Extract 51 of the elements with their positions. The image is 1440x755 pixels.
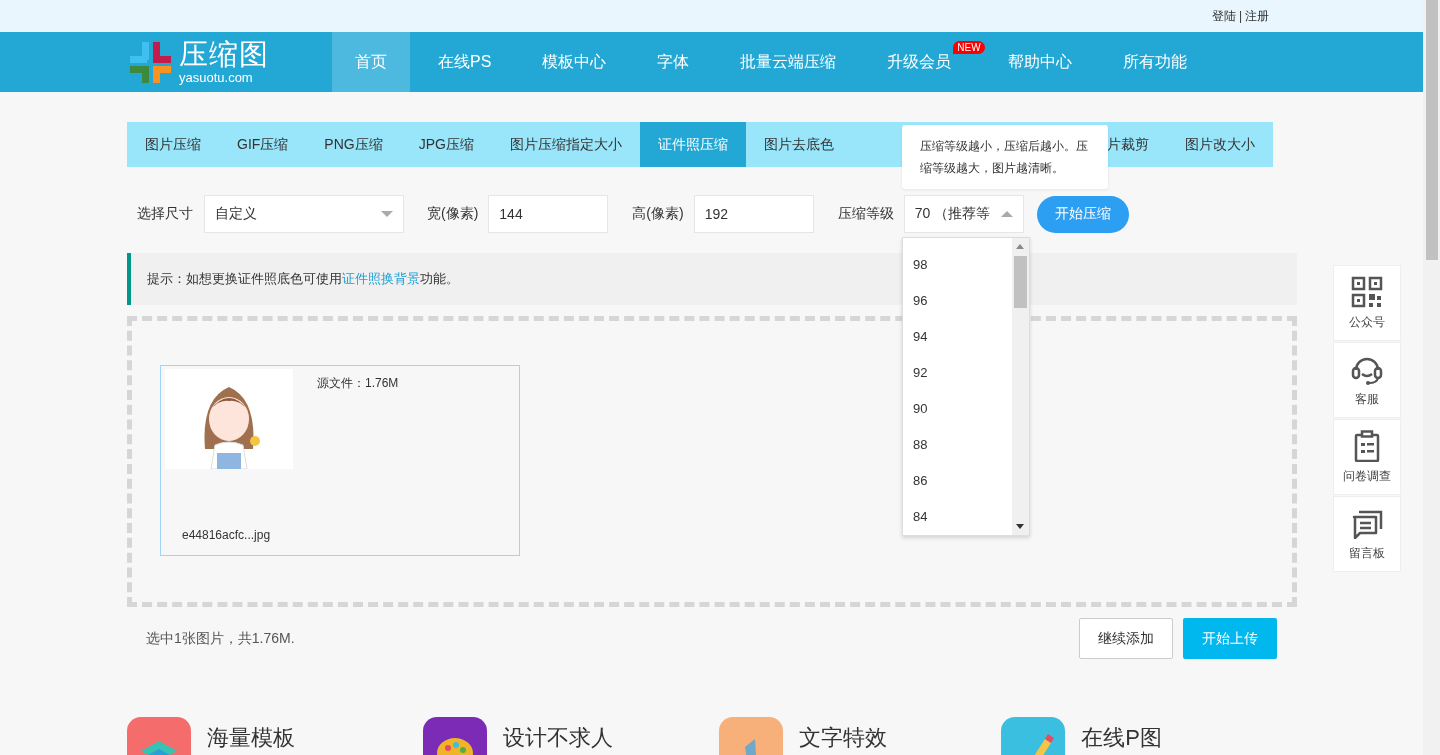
scroll-up-icon[interactable] [1016, 244, 1024, 249]
logo-icon [130, 41, 171, 83]
height-input[interactable]: 192 [693, 195, 814, 233]
size-select[interactable]: 自定义 [204, 195, 404, 233]
dropdown-option[interactable]: 90 [903, 390, 1012, 426]
caret-icon [1000, 209, 1013, 219]
level-select[interactable]: 70 （推荐等 [903, 195, 1024, 233]
logo-name: 压缩图 [179, 40, 269, 69]
tool-tab[interactable]: 图片压缩 [127, 122, 219, 167]
tool-tab[interactable]: PNG压缩 [306, 122, 401, 167]
field-label: 压缩等级 [837, 205, 894, 223]
field-label: 高(像素) [632, 205, 684, 223]
field-label: 宽(像素) [427, 205, 479, 223]
dropdown-option[interactable]: 88 [903, 426, 1012, 462]
dropdown-option[interactable]: 92 [903, 354, 1012, 390]
qr-code-icon [1351, 275, 1383, 308]
scrollbar-thumb[interactable] [1426, 0, 1438, 260]
field-label: 选择尺寸 [137, 205, 193, 223]
dropdown-option[interactable]: 84 [903, 498, 1012, 534]
side-panel-item[interactable]: 公众号 [1333, 265, 1401, 341]
dropdown-option[interactable]: 94 [903, 318, 1012, 354]
feature-title[interactable]: 文字特效 [798, 717, 887, 755]
tip-text: 提示：如想更换证件照底色可使用证件照换背景功能。 [147, 270, 459, 288]
logo-domain: yasuotu.com [179, 71, 254, 84]
tool-tab[interactable]: 图片压缩指定大小 [491, 122, 640, 167]
caret-icon [381, 209, 393, 219]
tool-tab[interactable]: JPG压缩 [400, 122, 492, 167]
width-input[interactable]: 144 [488, 195, 609, 233]
tool-tab[interactable]: 图片改大小 [1167, 122, 1273, 167]
dropdown-option[interactable]: 86 [903, 462, 1012, 498]
separator: | [1238, 9, 1242, 23]
side-panel-item[interactable]: 留言板 [1333, 496, 1401, 572]
add-more-button[interactable]: 继续添加 [1079, 618, 1173, 659]
side-panel-item[interactable]: 问卷调查 [1333, 419, 1401, 495]
selection-summary: 选中1张图片，共1.76M. [146, 629, 295, 648]
tooltip: 压缩等级越小，压缩后越小。压缩等级越大，图片越清晰。 [902, 125, 1108, 189]
register-link[interactable]: 注册 [1245, 7, 1269, 25]
dropdown-option[interactable]: 96 [903, 282, 1012, 318]
feature-title[interactable]: 海量模板 [207, 717, 295, 755]
scroll-down-icon[interactable] [1016, 524, 1024, 529]
feature-title[interactable]: 在线P图 [1081, 717, 1162, 755]
feature-title[interactable]: 设计不求人 [502, 717, 613, 755]
login-link[interactable]: 登陆 [1211, 7, 1236, 25]
side-panel-item[interactable]: 客服 [1333, 342, 1401, 418]
scrollbar-thumb[interactable] [1014, 256, 1027, 308]
new-badge: NEW [953, 41, 985, 54]
tool-tab[interactable]: 图片去底色 [745, 122, 852, 167]
dropdown-option[interactable]: 98 [903, 246, 1012, 282]
file-size: 源文件：1.76M [316, 375, 400, 392]
tool-tab[interactable]: GIF压缩 [219, 122, 307, 167]
file-name: e44816acfc...jpg [181, 527, 272, 544]
